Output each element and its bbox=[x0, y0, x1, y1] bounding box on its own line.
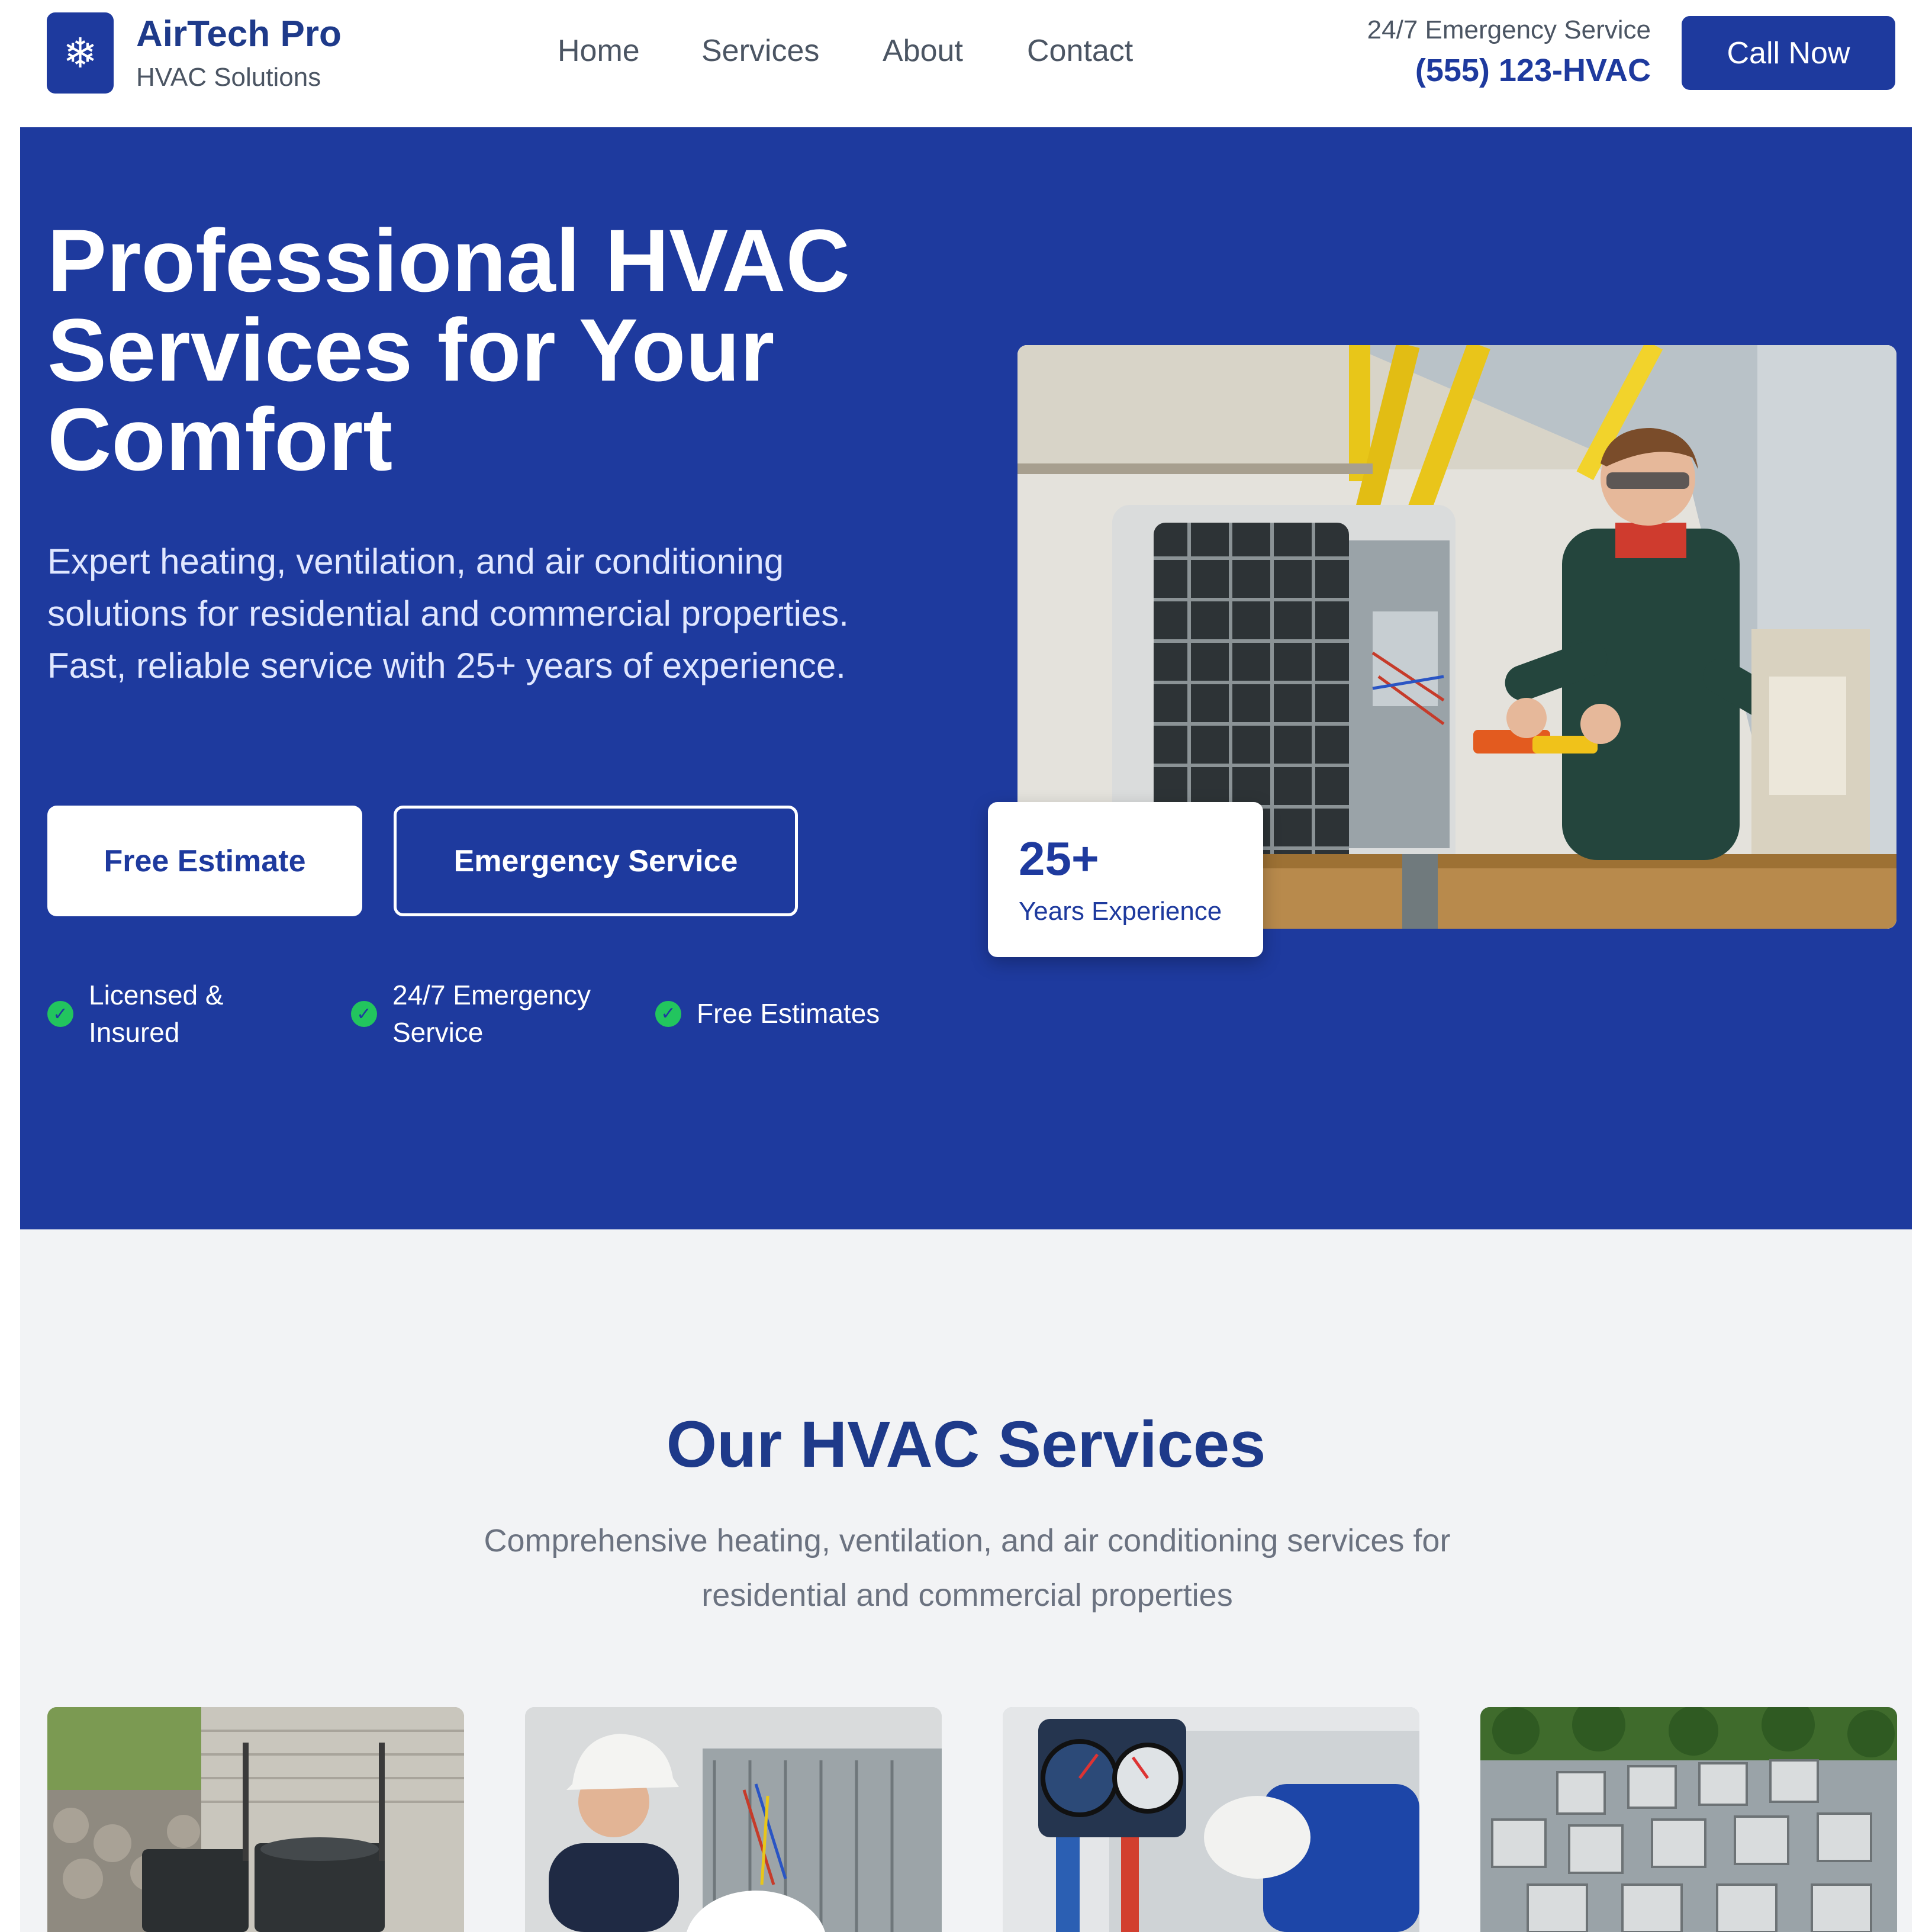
nav-home[interactable]: Home bbox=[558, 33, 640, 69]
phone-number[interactable]: (555) 123-HVAC bbox=[1415, 52, 1651, 89]
experience-number: 25+ bbox=[1019, 832, 1099, 885]
service-card-image[interactable] bbox=[47, 1707, 464, 1932]
check-icon: ✓ bbox=[47, 1001, 73, 1027]
experience-label: Years Experience bbox=[1019, 897, 1222, 926]
feature-free-estimates: ✓ Free Estimates bbox=[655, 995, 951, 1032]
check-icon: ✓ bbox=[655, 1000, 681, 1027]
services-title: Our HVAC Services bbox=[666, 1408, 1266, 1481]
hero-section: Professional HVAC Services for Your Comf… bbox=[20, 127, 1912, 1229]
services-description: Comprehensive heating, ventilation, and … bbox=[484, 1523, 1451, 1613]
site-header: ❄ AirTech Pro HVAC Solutions Home Servic… bbox=[0, 0, 1932, 127]
nav-about[interactable]: About bbox=[883, 33, 963, 69]
brand-tagline: HVAC Solutions bbox=[136, 63, 321, 92]
emergency-service-button[interactable]: Emergency Service bbox=[394, 806, 798, 916]
feature-label: Licensed & Insured bbox=[89, 980, 224, 1048]
feature-licensed: ✓ Licensed & Insured bbox=[47, 977, 296, 1051]
emergency-label: 24/7 Emergency Service bbox=[1367, 15, 1651, 44]
service-card-image[interactable] bbox=[1480, 1707, 1897, 1932]
hero-title: Professional HVAC Services for Your Comf… bbox=[47, 211, 850, 489]
call-now-button[interactable]: Call Now bbox=[1682, 16, 1895, 90]
nav-services[interactable]: Services bbox=[701, 33, 819, 69]
nav-contact[interactable]: Contact bbox=[1027, 33, 1133, 69]
services-section: Our HVAC Services Comprehensive heating,… bbox=[20, 1229, 1912, 1932]
brand-name[interactable]: AirTech Pro bbox=[136, 13, 342, 55]
snowflake-icon[interactable]: ❄ bbox=[47, 12, 114, 94]
free-estimate-button[interactable]: Free Estimate bbox=[47, 806, 362, 916]
check-icon: ✓ bbox=[351, 1001, 377, 1027]
feature-emergency: ✓ 24/7 Emergency Service bbox=[351, 977, 611, 1051]
service-card-image[interactable] bbox=[1003, 1707, 1419, 1932]
feature-label: 24/7 Emergency Service bbox=[392, 980, 591, 1048]
experience-badge: 25+ Years Experience bbox=[988, 802, 1263, 957]
feature-label: Free Estimates bbox=[697, 998, 880, 1029]
service-card-image[interactable] bbox=[525, 1707, 942, 1932]
hero-description: Expert heating, ventilation, and air con… bbox=[47, 542, 849, 685]
